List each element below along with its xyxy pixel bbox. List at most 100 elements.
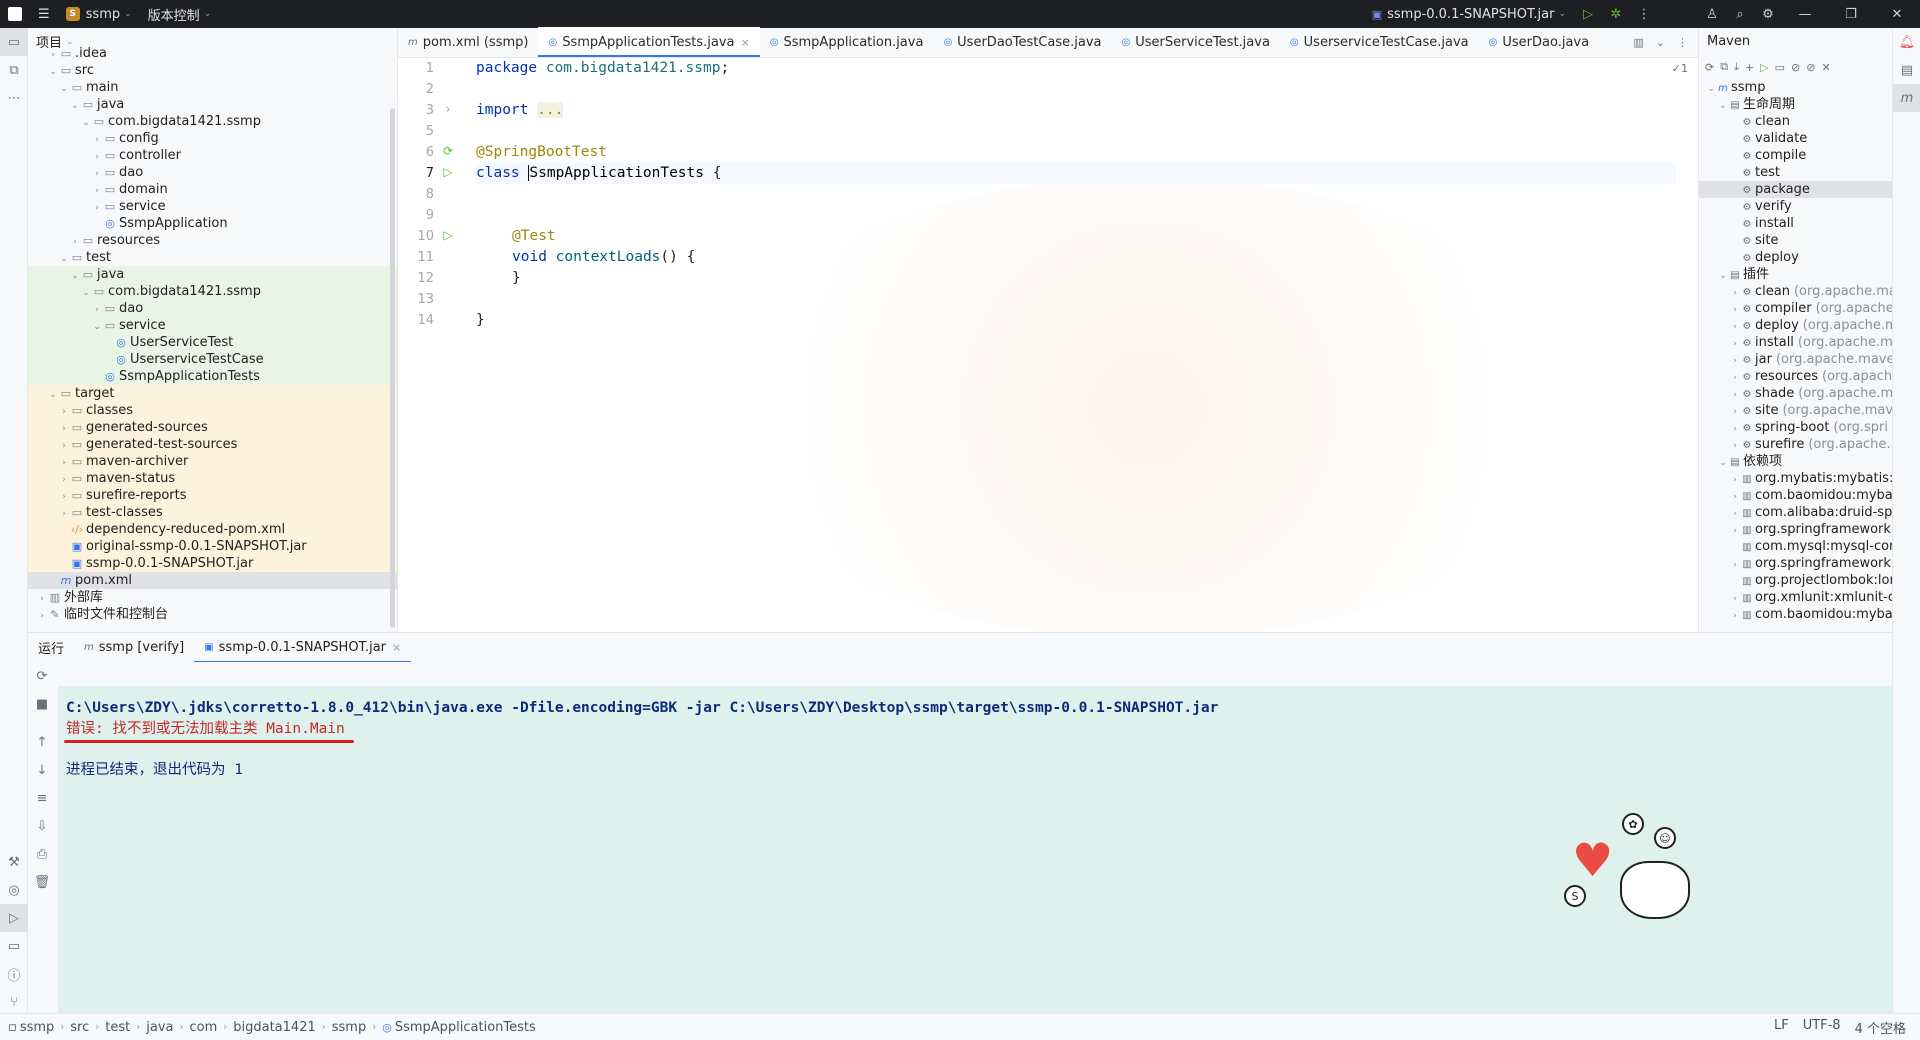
run-console[interactable]: C:\Users\ZDY\.jdks\corretto-1.8.0_412\bi…	[58, 662, 1892, 1013]
breadcrumb-item[interactable]: src	[70, 1020, 89, 1035]
maven-tree-item[interactable]: ⚙ package	[1699, 181, 1892, 198]
expand-arrow-icon[interactable]: ›	[1729, 285, 1741, 300]
run-tool-icon[interactable]: ▷	[0, 904, 28, 932]
run-maven-icon[interactable]: ▷	[1760, 61, 1768, 74]
skip-tests-icon[interactable]: ⊘	[1806, 61, 1815, 74]
tree-item[interactable]: › ▭ surefire-reports	[28, 487, 397, 504]
breadcrumb-item[interactable]: SsmpApplicationTests	[395, 1020, 536, 1035]
maven-tree-item[interactable]: › ⚙ surefire (org.apache.	[1699, 436, 1892, 453]
tree-item[interactable]: ⌄ ▭ java	[28, 96, 397, 113]
code-editor[interactable]: ✓1 1 2 3 5 6 7 8 9 10 11 12 13 14 › ⟳ ▷ …	[398, 58, 1698, 632]
project-tool-icon[interactable]: ▭	[0, 28, 28, 56]
tree-item[interactable]: › ▭ maven-archiver	[28, 453, 397, 470]
maven-tree-item[interactable]: › ▥ com.baomidou:mybat	[1699, 487, 1892, 504]
fold-icon[interactable]: ›	[440, 102, 456, 118]
tree-item[interactable]: ⌄ ▭ src	[28, 62, 397, 79]
services-tool-icon[interactable]: ◎	[0, 876, 28, 904]
expand-arrow-icon[interactable]: ›	[1729, 438, 1741, 453]
stop-icon[interactable]: ■	[28, 690, 56, 718]
expand-arrow-icon[interactable]: ⌄	[1717, 455, 1729, 470]
tree-item[interactable]: m pom.xml	[28, 572, 397, 589]
maven-tree-item[interactable]: › ▥ com.alibaba:druid-spr	[1699, 504, 1892, 521]
editor-tab[interactable]: ◎ UserDaoTestCase.java	[933, 27, 1111, 57]
line-separator[interactable]: LF	[1774, 1018, 1789, 1037]
trash-icon[interactable]: 🗑︎	[28, 868, 56, 896]
tree-item[interactable]: ⌄ ▭ service	[28, 317, 397, 334]
breadcrumb-item[interactable]: java	[146, 1020, 173, 1035]
maven-tool-icon[interactable]: m	[1893, 84, 1920, 112]
debug-icon[interactable]: ✲	[1602, 0, 1630, 28]
scroll-up-icon[interactable]: ↑	[28, 728, 56, 756]
maven-tree-item[interactable]: › ▥ org.mybatis:mybatis:	[1699, 470, 1892, 487]
add-icon[interactable]: +	[1745, 61, 1754, 74]
tab-list-icon[interactable]: ⌄	[1656, 36, 1665, 49]
maven-tree-item[interactable]: › ▥ org.springframework	[1699, 555, 1892, 572]
terminal-tool-icon[interactable]: ▭	[0, 932, 28, 960]
tree-item[interactable]: › ▭ .idea	[28, 45, 397, 62]
maven-tree-item[interactable]: › ⚙ compiler (org.apache	[1699, 300, 1892, 317]
tree-item[interactable]: › ▭ service	[28, 198, 397, 215]
tree-item[interactable]: ‹/› dependency-reduced-pom.xml	[28, 521, 397, 538]
tree-item[interactable]: › ▭ config	[28, 130, 397, 147]
maven-tree-item[interactable]: › ⚙ install (org.apache.ma	[1699, 334, 1892, 351]
tree-item[interactable]: › ▭ generated-sources	[28, 419, 397, 436]
scroll-to-end-icon[interactable]: ⇩	[28, 812, 56, 840]
expand-arrow-icon[interactable]: ›	[1729, 336, 1741, 351]
tree-item[interactable]: › ✎ 临时文件和控制台	[28, 606, 397, 623]
editor-tab[interactable]: ◎ SsmpApplicationTests.java ×	[538, 27, 761, 57]
print-icon[interactable]: ⎙	[28, 840, 56, 868]
indent-setting[interactable]: 4 个空格	[1855, 1018, 1906, 1037]
problems-tool-icon[interactable]: ⓘ	[0, 960, 28, 988]
tree-item[interactable]: ▣ original-ssmp-0.0.1-SNAPSHOT.jar	[28, 538, 397, 555]
tree-item[interactable]: ⌄ ▭ com.bigdata1421.ssmp	[28, 283, 397, 300]
generate-sources-icon[interactable]: ⧉	[1720, 60, 1728, 74]
minimize-button[interactable]: —	[1782, 0, 1828, 28]
expand-arrow-icon[interactable]: ⌄	[1717, 268, 1729, 283]
structure-tool-icon[interactable]: ⧉	[0, 56, 28, 84]
tree-item[interactable]: ⌄ ▭ com.bigdata1421.ssmp	[28, 113, 397, 130]
more-icon[interactable]: ⋮	[1630, 0, 1658, 28]
tree-item[interactable]: ◎ UserServiceTest	[28, 334, 397, 351]
git-tool-icon[interactable]: ⑂	[0, 988, 28, 1016]
maven-tree-item[interactable]: ⚙ test	[1699, 164, 1892, 181]
expand-arrow-icon[interactable]: ›	[1729, 506, 1741, 521]
rerun-icon[interactable]: ⟳	[28, 662, 56, 690]
breadcrumb-item[interactable]: test	[105, 1020, 130, 1035]
maven-tree-item[interactable]: › ⚙ site (org.apache.mav	[1699, 402, 1892, 419]
maven-tree-item[interactable]: ⌄ ▤ 插件	[1699, 266, 1892, 283]
expand-arrow-icon[interactable]: ›	[1729, 302, 1741, 317]
maven-tree-item[interactable]: ⌄ ▤ 依赖项	[1699, 453, 1892, 470]
maven-tree-item[interactable]: › ▥ com.baomidou:mybat	[1699, 606, 1892, 623]
editor-tab[interactable]: ◎ UserDao.java	[1479, 27, 1599, 57]
search-icon[interactable]: ⌕	[1726, 0, 1754, 28]
run-tab[interactable]: m ssmp [verify]	[74, 633, 194, 663]
expand-arrow-icon[interactable]: ›	[1729, 404, 1741, 419]
more-tools-icon[interactable]: ⋯	[0, 84, 28, 112]
tree-item[interactable]: ▣ ssmp-0.0.1-SNAPSHOT.jar	[28, 555, 397, 572]
close-button[interactable]: ✕	[1874, 0, 1920, 28]
editor-tab[interactable]: m pom.xml (ssmp)	[398, 27, 538, 57]
tree-item[interactable]: ◎ UserserviceTestCase	[28, 351, 397, 368]
more-icon[interactable]: ⋮	[1677, 36, 1688, 49]
toggle-offline-icon[interactable]: ⊘	[1791, 61, 1800, 74]
maven-tree-item[interactable]: ⚙ verify	[1699, 198, 1892, 215]
tree-item[interactable]: › ▭ generated-test-sources	[28, 436, 397, 453]
tree-item[interactable]: › ▭ test-classes	[28, 504, 397, 521]
soft-wrap-icon[interactable]: ≡	[28, 784, 56, 812]
breadcrumb-item[interactable]: ssmp	[332, 1020, 366, 1035]
expand-arrow-icon[interactable]: ›	[1729, 557, 1741, 572]
maven-tree-item[interactable]: › ⚙ deploy (org.apache.m	[1699, 317, 1892, 334]
tree-item[interactable]: › ▭ domain	[28, 181, 397, 198]
expand-arrow-icon[interactable]: ›	[1729, 319, 1741, 334]
editor-tab[interactable]: ◎ UserserviceTestCase.java	[1280, 27, 1479, 57]
maven-tree-item[interactable]: ⚙ validate	[1699, 130, 1892, 147]
tree-item[interactable]: ⌄ ▭ target	[28, 385, 397, 402]
maximize-button[interactable]: ❐	[1828, 0, 1874, 28]
breadcrumb-item[interactable]: com	[189, 1020, 217, 1035]
breadcrumb-item[interactable]: ssmp	[20, 1020, 54, 1035]
tree-item[interactable]: ◎ SsmpApplicationTests	[28, 368, 397, 385]
tree-item[interactable]: › ▭ dao	[28, 164, 397, 181]
maven-tree-item[interactable]: ▥ org.projectlombok:lor	[1699, 572, 1892, 589]
tree-item[interactable]: › ▭ classes	[28, 402, 397, 419]
maven-tree-item[interactable]: ⚙ deploy	[1699, 249, 1892, 266]
